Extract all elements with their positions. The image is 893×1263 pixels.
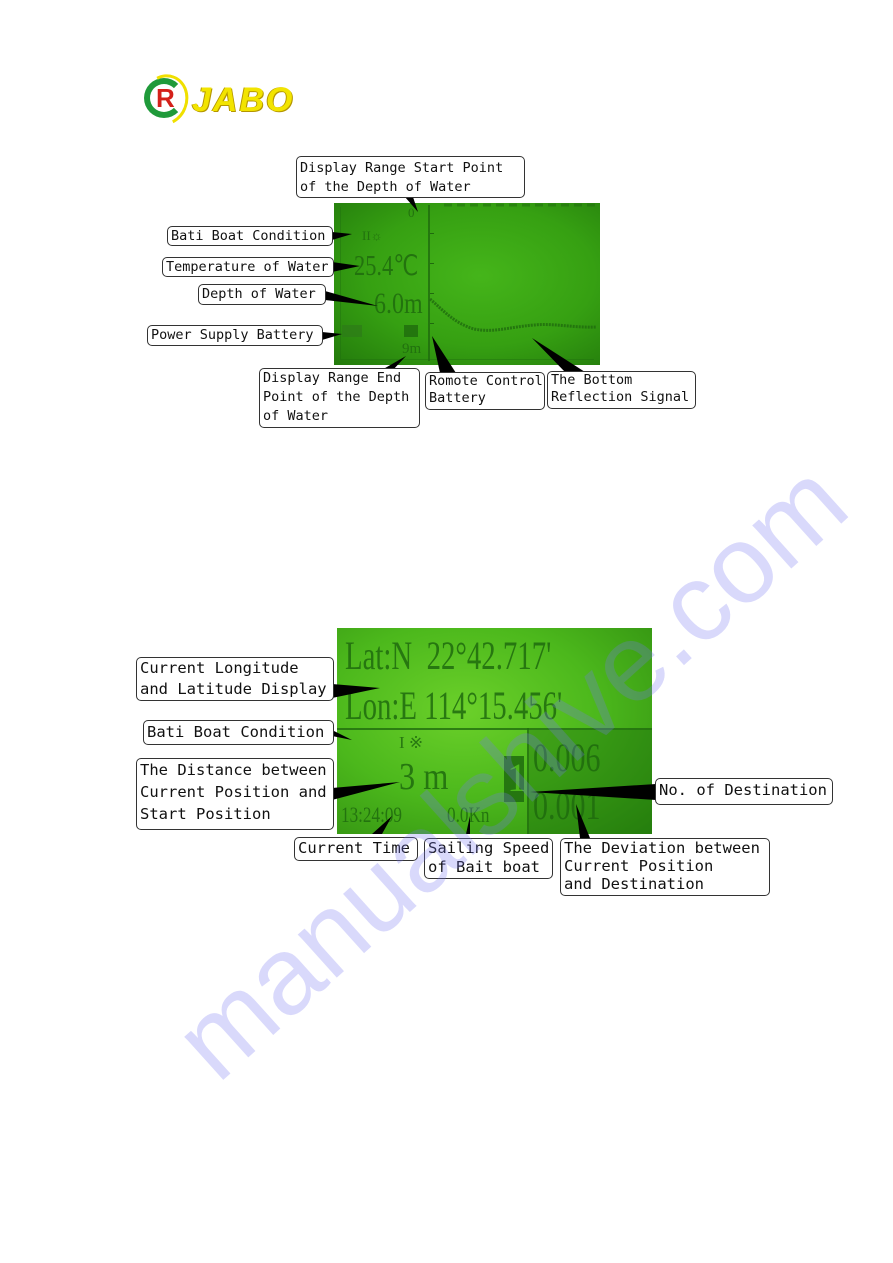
callout-lat-lon: Current Longitude and Latitude Display xyxy=(136,657,334,701)
callout-water-temperature: Temperature of Water xyxy=(162,257,334,277)
callout-deviation: The Deviation between Current Position a… xyxy=(560,838,770,896)
callout-range-start: Display Range Start Point of the Depth o… xyxy=(296,156,525,198)
callout-range-end: Display Range End Point of the Depth of … xyxy=(259,368,420,428)
callout-destination-number: No. of Destination xyxy=(655,778,833,805)
callout-boat-condition: Bati Boat Condition xyxy=(143,720,334,745)
callout-bottom-reflection: The Bottom Reflection Signal xyxy=(547,371,696,409)
callout-remote-battery: Romote Control Battery xyxy=(425,372,545,410)
callout-power-battery: Power Supply Battery xyxy=(147,325,323,346)
callout-current-time: Current Time xyxy=(294,837,418,861)
callout-sailing-speed: Sailing Speed of Bait boat xyxy=(424,838,553,879)
callout-distance: The Distance between Current Position an… xyxy=(136,758,334,830)
callout-boat-condition: Bati Boat Condition xyxy=(167,226,333,246)
callout-water-depth: Depth of Water xyxy=(198,284,326,305)
